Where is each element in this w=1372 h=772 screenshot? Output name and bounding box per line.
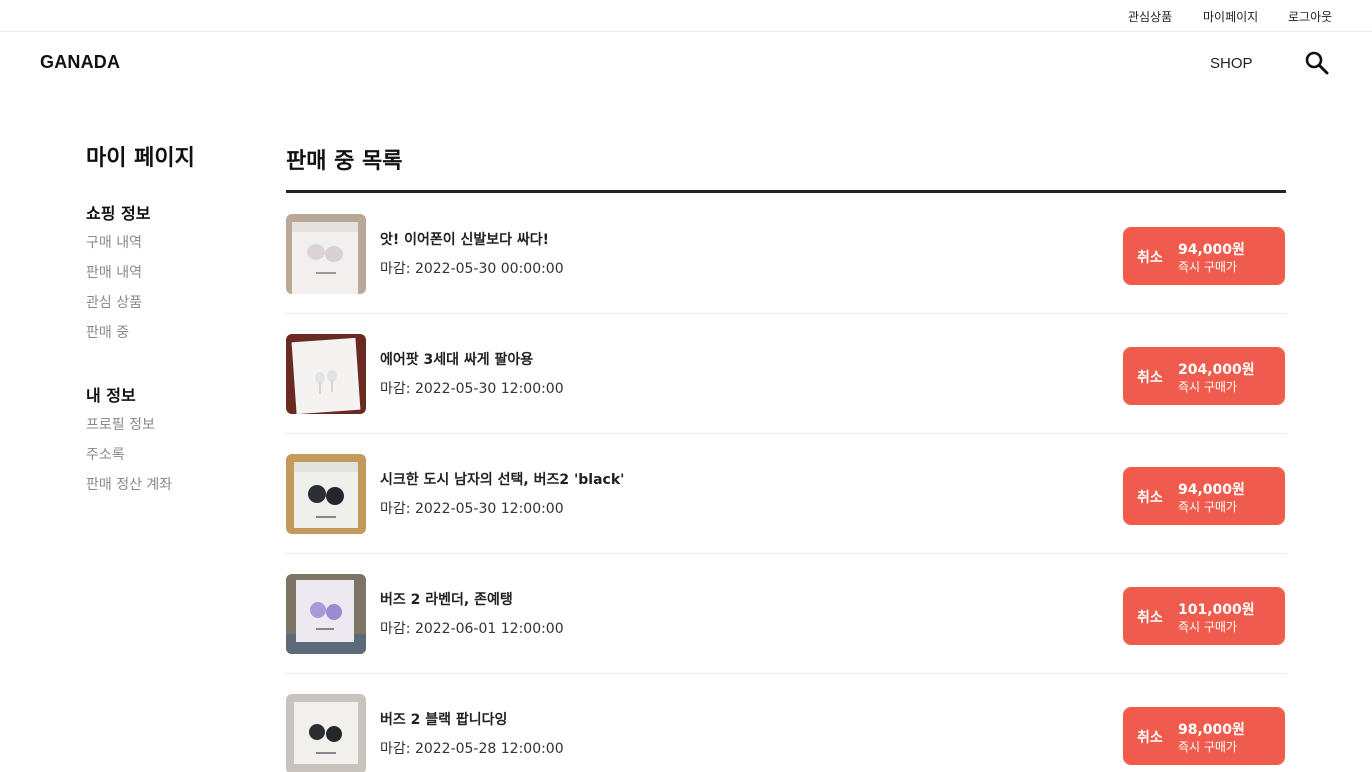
sidebar-item-address-book[interactable]: 주소록 — [86, 444, 125, 464]
item-deadline: 마감: 2022-05-30 12:00:00 — [380, 378, 564, 398]
item-title[interactable]: 버즈 2 라벤더, 존예탱 — [380, 589, 513, 609]
selling-list: 앗! 이어폰이 신발보다 싸다! 마감: 2022-05-30 00:00:00… — [286, 194, 1286, 772]
list-item: 에어팟 3세대 싸게 팔아용 마감: 2022-05-30 12:00:00 취… — [286, 314, 1286, 434]
list-item: 버즈 2 블랙 팝니다잉 마감: 2022-05-28 12:00:00 취소 … — [286, 674, 1286, 772]
cancel-sale-button[interactable]: 취소 94,000원 즉시 구매가 — [1123, 467, 1285, 525]
deadline-value: 2022-06-01 12:00:00 — [414, 621, 564, 637]
sidebar-group-myinfo: 내 정보 — [86, 386, 136, 405]
wishlist-link[interactable]: 관심상품 — [1128, 8, 1172, 25]
item-deadline: 마감: 2022-06-01 12:00:00 — [380, 618, 564, 638]
logout-link[interactable]: 로그아웃 — [1288, 8, 1332, 25]
list-item: 앗! 이어폰이 신발보다 싸다! 마감: 2022-05-30 00:00:00… — [286, 194, 1286, 314]
price-sub-label: 즉시 구매가 — [1178, 740, 1238, 754]
item-price: 94,000원 — [1178, 242, 1245, 258]
sidebar-item-settlement-account[interactable]: 판매 정산 계좌 — [86, 474, 172, 494]
price-sub-label: 즉시 구매가 — [1178, 260, 1238, 274]
cancel-label: 취소 — [1137, 610, 1163, 626]
item-title[interactable]: 에어팟 3세대 싸게 팔아용 — [380, 349, 533, 369]
deadline-value: 2022-05-30 12:00:00 — [414, 381, 564, 397]
sidebar-item-selling[interactable]: 판매 중 — [86, 322, 129, 342]
deadline-label: 마감: — [380, 501, 411, 517]
item-deadline: 마감: 2022-05-30 12:00:00 — [380, 498, 564, 518]
logo[interactable]: GANADA — [40, 52, 120, 73]
price-sub-label: 즉시 구매가 — [1178, 500, 1238, 514]
price-sub-label: 즉시 구매가 — [1178, 380, 1238, 394]
deadline-value: 2022-05-30 00:00:00 — [414, 261, 564, 277]
cancel-sale-button[interactable]: 취소 94,000원 즉시 구매가 — [1123, 227, 1285, 285]
cancel-label: 취소 — [1137, 730, 1163, 746]
product-image[interactable] — [286, 574, 366, 654]
item-deadline: 마감: 2022-05-30 00:00:00 — [380, 258, 564, 278]
title-divider — [286, 190, 1286, 193]
top-utility-bar: 관심상품 마이페이지 로그아웃 — [0, 0, 1372, 32]
price-sub-label: 즉시 구매가 — [1178, 620, 1238, 634]
deadline-label: 마감: — [380, 381, 411, 397]
product-image[interactable] — [286, 334, 366, 414]
deadline-value: 2022-05-28 12:00:00 — [414, 741, 564, 757]
sidebar-group-shopping: 쇼핑 정보 — [86, 204, 151, 223]
main-header: GANADA SHOP — [0, 32, 1372, 94]
deadline-label: 마감: — [380, 261, 411, 277]
sidebar-item-purchases[interactable]: 구매 내역 — [86, 232, 142, 252]
sidebar-item-wishlist[interactable]: 관심 상품 — [86, 292, 142, 312]
cancel-label: 취소 — [1137, 490, 1163, 506]
item-title[interactable]: 앗! 이어폰이 신발보다 싸다! — [380, 229, 549, 249]
item-title[interactable]: 버즈 2 블랙 팝니다잉 — [380, 709, 507, 729]
list-item: 시크한 도시 남자의 선택, 버즈2 'black' 마감: 2022-05-3… — [286, 434, 1286, 554]
deadline-value: 2022-05-30 12:00:00 — [414, 501, 564, 517]
shop-link[interactable]: SHOP — [1210, 55, 1253, 72]
cancel-sale-button[interactable]: 취소 101,000원 즉시 구매가 — [1123, 587, 1285, 645]
item-price: 204,000원 — [1178, 362, 1255, 378]
sidebar-title: 마이 페이지 — [86, 146, 195, 171]
search-icon[interactable] — [1303, 49, 1331, 77]
sidebar-item-sales[interactable]: 판매 내역 — [86, 262, 142, 282]
deadline-label: 마감: — [380, 621, 411, 637]
cancel-sale-button[interactable]: 취소 98,000원 즉시 구매가 — [1123, 707, 1285, 765]
page-title: 판매 중 목록 — [286, 149, 403, 174]
cancel-label: 취소 — [1137, 250, 1163, 266]
item-price: 94,000원 — [1178, 482, 1245, 498]
item-price: 98,000원 — [1178, 722, 1245, 738]
item-price: 101,000원 — [1178, 602, 1255, 618]
product-image[interactable] — [286, 694, 366, 772]
mypage-link[interactable]: 마이페이지 — [1203, 8, 1258, 25]
deadline-label: 마감: — [380, 741, 411, 757]
item-title[interactable]: 시크한 도시 남자의 선택, 버즈2 'black' — [380, 469, 624, 489]
sidebar-item-profile[interactable]: 프로필 정보 — [86, 414, 155, 434]
cancel-sale-button[interactable]: 취소 204,000원 즉시 구매가 — [1123, 347, 1285, 405]
cancel-label: 취소 — [1137, 370, 1163, 386]
item-deadline: 마감: 2022-05-28 12:00:00 — [380, 738, 564, 758]
product-image[interactable] — [286, 454, 366, 534]
product-image[interactable] — [286, 214, 366, 294]
list-item: 버즈 2 라벤더, 존예탱 마감: 2022-06-01 12:00:00 취소… — [286, 554, 1286, 674]
